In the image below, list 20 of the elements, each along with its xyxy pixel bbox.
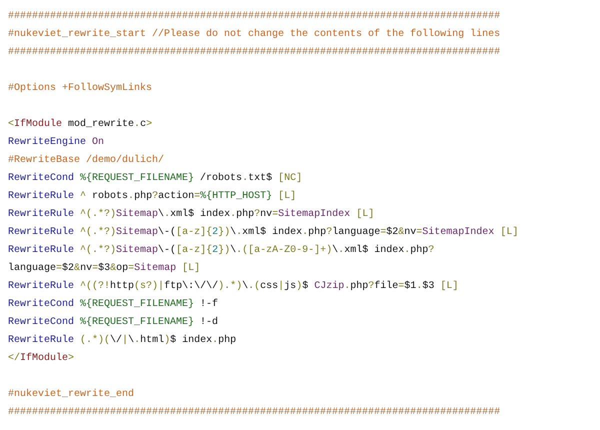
code-line: RewriteRule ^ robots.php?action=%{HTTP_HOST} [L] [8,191,296,202]
code-line: RewriteCond %{REQUEST_FILENAME} !-d [8,317,218,328]
code-line: RewriteCond %{REQUEST_FILENAME} !-f [8,299,218,310]
code-line: #Options +FollowSymLinks [8,83,152,94]
code-line: ################################################################################## [8,47,500,58]
code-line: #RewriteBase /demo/dulich/ [8,155,164,166]
code-line: RewriteRule ^(.*?)Sitemap\-([a-z]{2})\.xml$ index.php?language=$2&nv=SitemapIndex [L] [8,227,518,238]
code-line: RewriteRule (.*)(\/|\.html)$ index.php [8,335,236,346]
code-line: #nukeviet_rewrite_start //Please do not change the contents of the following lines [8,29,500,40]
code-line: RewriteRule ^(.*?)Sitemap\.xml$ index.php?nv=SitemapIndex [L] [8,209,374,220]
code-line: RewriteEngine On [8,137,104,148]
code-line: RewriteRule ^(.*?)Sitemap\-([a-z]{2})\.([a-zA-Z0-9-]+)\.xml$ index.php? [8,245,434,256]
code-line: #nukeviet_rewrite_end [8,389,134,400]
code-line: RewriteCond %{REQUEST_FILENAME} /robots.txt$ [NC] [8,173,302,184]
code-line: <IfModule mod_rewrite.c> [8,119,152,130]
code-line: ################################################################################## [8,11,500,22]
code-line: </IfModule> [8,353,74,364]
code-line: ################################################################################## [8,407,500,418]
code-line: language=$2&nv=$3&op=Sitemap [L] [8,263,200,274]
code-line: RewriteRule ^((?!http(s?)|ftp\:\/\/).*)\.(css|js)$ CJzip.php?file=$1.$3 [L] [8,281,458,292]
